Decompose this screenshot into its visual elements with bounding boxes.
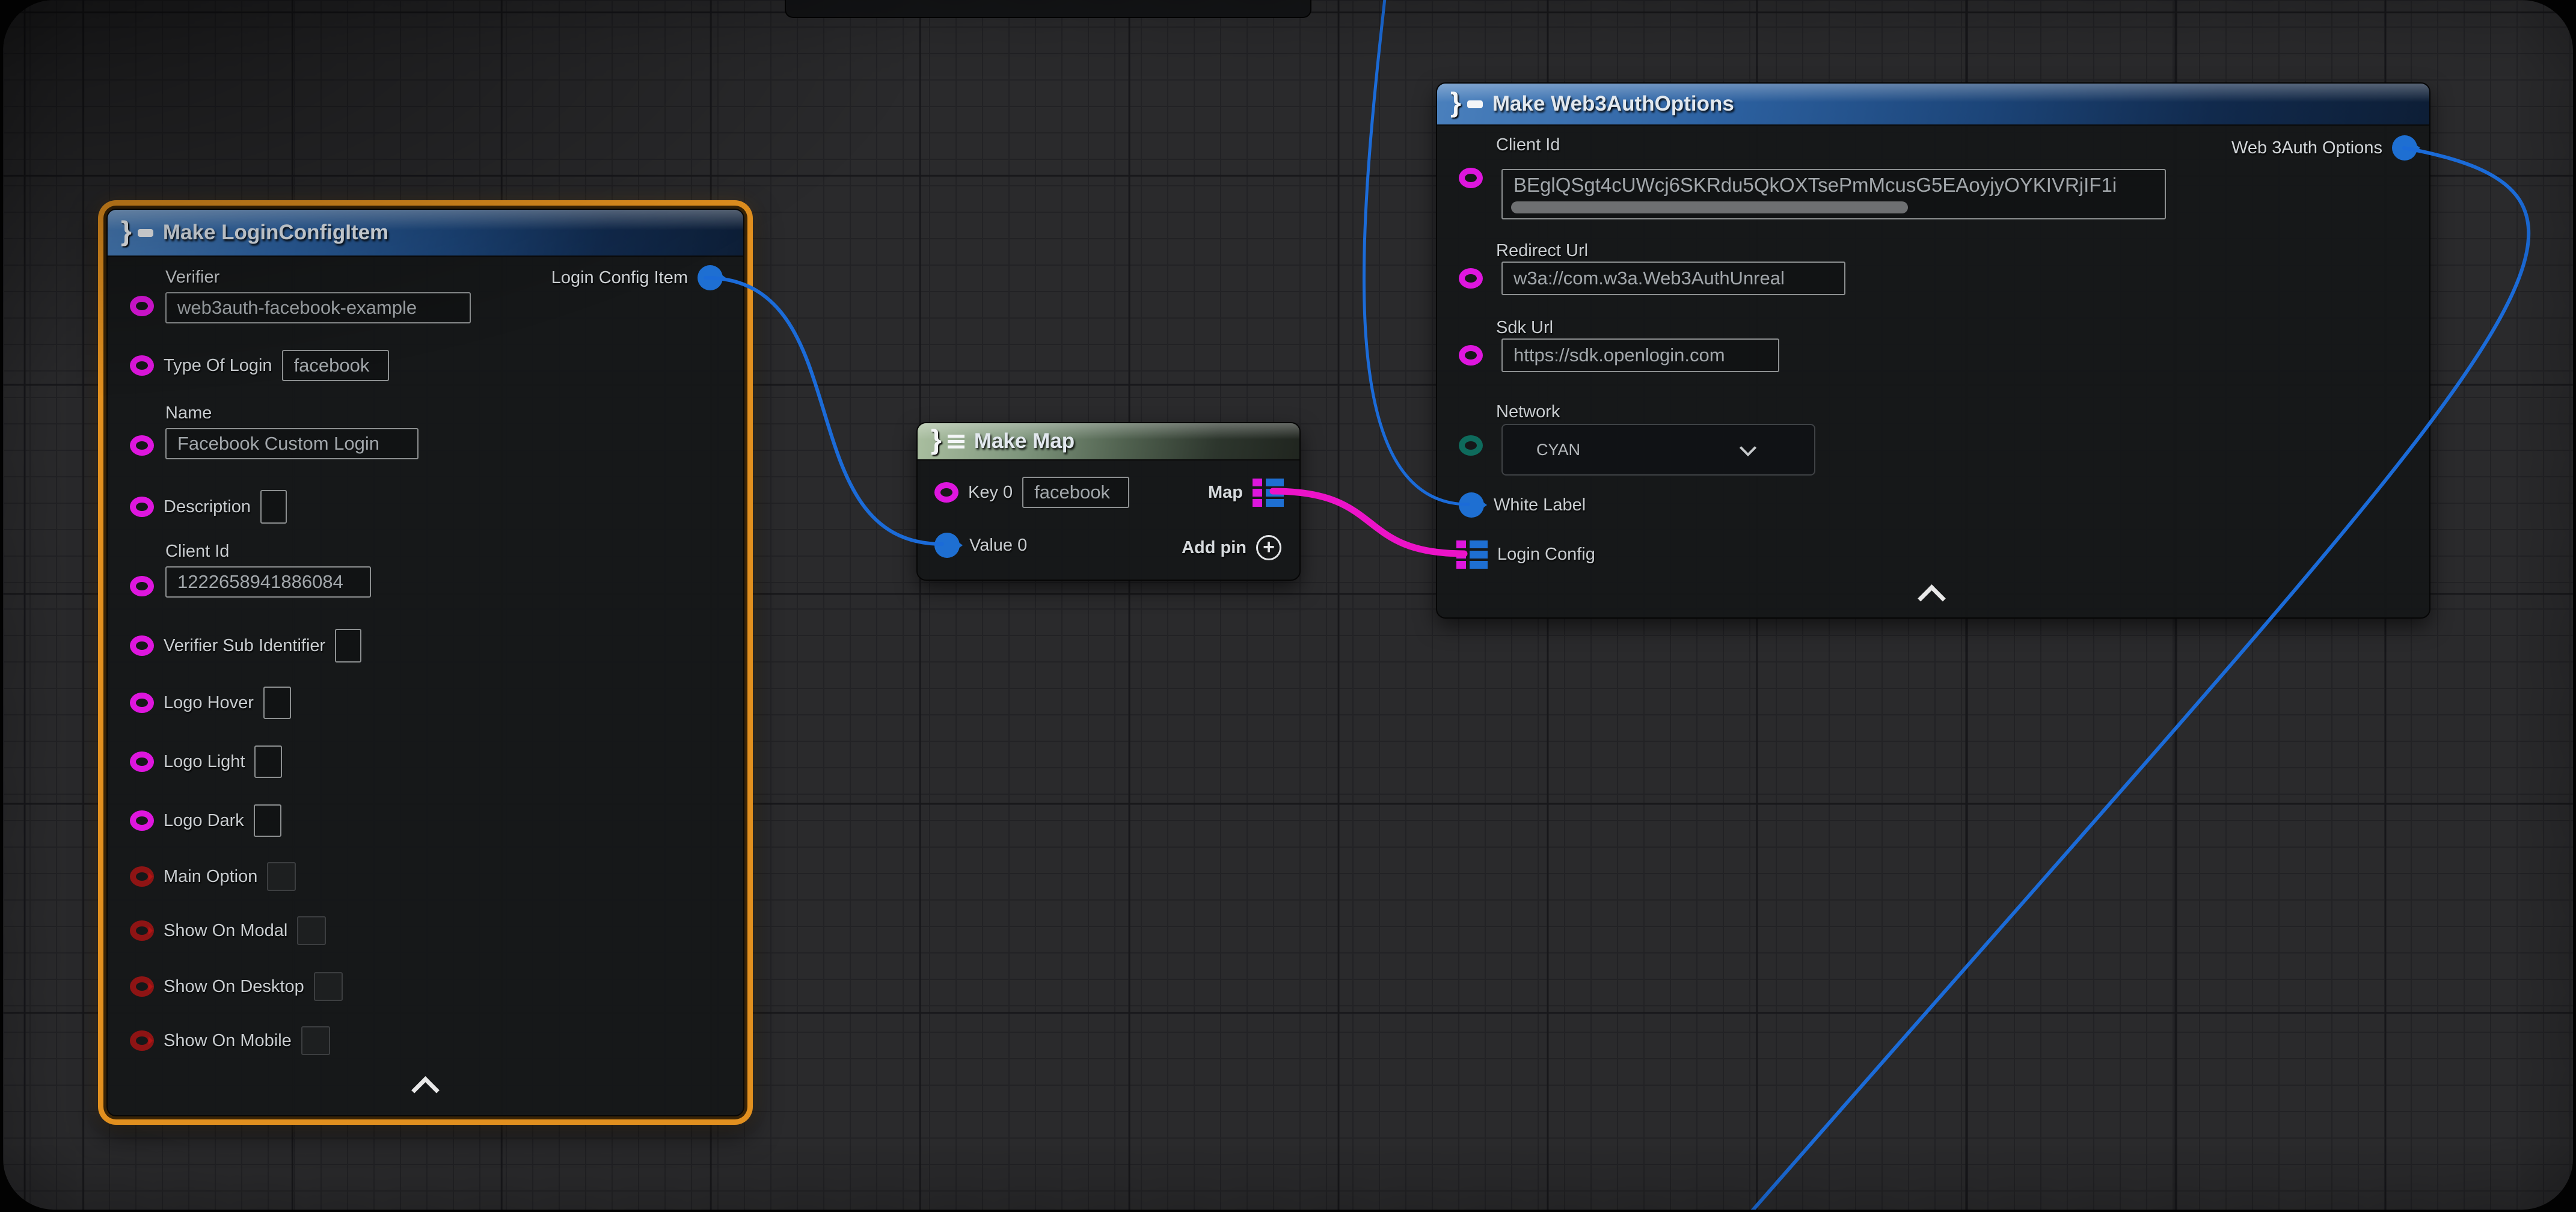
field-label-logo-light: Logo Light — [164, 752, 245, 772]
make-map-icon: } — [931, 423, 942, 456]
field-label-redirect-url: Redirect Url — [1496, 241, 1588, 261]
string-pin-sdk-url[interactable] — [1459, 345, 1483, 366]
map-pin-login-config[interactable] — [1456, 540, 1488, 569]
make-struct-icon-pill — [138, 229, 153, 237]
node-header[interactable]: } Make Web3AuthOptions — [1437, 84, 2429, 126]
string-pin-client-id[interactable] — [130, 576, 154, 596]
bool-pin-show-on-modal[interactable] — [130, 920, 154, 941]
node-title: Make LoginConfigItem — [163, 221, 388, 245]
network-dropdown-value: CYAN — [1503, 441, 1580, 459]
field-label-main-option: Main Option — [164, 867, 257, 887]
key0-input[interactable]: facebook — [1022, 477, 1129, 508]
field-label-type-of-login: Type Of Login — [164, 356, 272, 376]
sdk-url-input[interactable]: https://sdk.openlogin.com — [1501, 338, 1779, 372]
client-id-input-scrollbar[interactable] — [1511, 201, 1908, 213]
node-header[interactable]: } Make Map — [918, 423, 1299, 461]
node-make-web3authoptions[interactable]: } Make Web3AuthOptions Web 3Auth Options… — [1436, 82, 2430, 619]
field-label-network: Network — [1496, 402, 1560, 422]
string-pin-name[interactable] — [130, 435, 154, 456]
output-pin-label: Login Config Item — [551, 268, 688, 288]
string-pin-logo-hover[interactable] — [130, 693, 154, 713]
field-label-logo-hover: Logo Hover — [164, 693, 254, 713]
output-pin-label-map: Map — [1208, 483, 1243, 503]
show-on-modal-checkbox[interactable] — [297, 916, 326, 945]
bool-pin-main-option[interactable] — [130, 866, 154, 887]
show-on-desktop-checkbox[interactable] — [314, 972, 343, 1001]
make-struct-icon: } — [1450, 86, 1461, 118]
string-pin-key0[interactable] — [934, 482, 958, 503]
add-pin-label: Add pin — [1182, 538, 1247, 558]
logo-dark-input[interactable] — [254, 804, 281, 837]
field-label-login-config: Login Config — [1497, 545, 1595, 565]
field-label-description: Description — [164, 497, 251, 517]
make-struct-icon-pill — [1467, 100, 1483, 108]
bool-pin-show-on-desktop[interactable] — [130, 976, 154, 997]
field-label-verifier: Verifier — [165, 268, 471, 287]
blueprint-editor: } Make LoginConfigItem Login Config Item… — [0, 0, 2576, 1212]
logo-hover-input[interactable] — [263, 687, 291, 719]
node-title: Make Web3AuthOptions — [1492, 92, 1734, 116]
collapse-node-chevron-icon[interactable] — [1918, 584, 1946, 613]
blueprint-graph-canvas[interactable]: } Make LoginConfigItem Login Config Item… — [3, 0, 2573, 1210]
field-label-white-label: White Label — [1494, 495, 1586, 515]
string-pin-client-id[interactable] — [1459, 168, 1483, 188]
description-input[interactable] — [260, 490, 287, 524]
show-on-mobile-checkbox[interactable] — [301, 1026, 330, 1055]
output-pin-label: Web 3Auth Options — [2231, 138, 2382, 158]
enum-pin-network[interactable] — [1459, 435, 1483, 456]
verifier-input[interactable]: web3auth-facebook-example — [165, 292, 471, 323]
network-dropdown[interactable]: CYAN — [1501, 424, 1815, 476]
node-title: Make Map — [974, 429, 1075, 453]
struct-output-pin[interactable] — [698, 265, 723, 290]
node-make-loginconfigitem[interactable]: } Make LoginConfigItem Login Config Item… — [106, 209, 744, 1116]
logo-light-input[interactable] — [254, 745, 282, 778]
struct-pin-white-label[interactable] — [1459, 492, 1484, 518]
node-make-map[interactable]: } Make Map Key 0 facebook Map Value 0 Ad… — [916, 422, 1301, 581]
field-label-show-on-modal: Show On Modal — [164, 921, 287, 941]
add-pin-icon[interactable]: + — [1256, 535, 1281, 560]
string-pin-description[interactable] — [130, 497, 154, 517]
field-label-name: Name — [165, 403, 419, 423]
field-label-show-on-desktop: Show On Desktop — [164, 977, 304, 997]
bool-pin-show-on-mobile[interactable] — [130, 1030, 154, 1051]
chevron-down-icon — [1740, 439, 1756, 456]
output-row-login-config-item: Login Config Item — [551, 265, 723, 290]
struct-output-pin-web3auth-options[interactable] — [2392, 135, 2417, 161]
redirect-url-input[interactable]: w3a://com.w3a.Web3AuthUnreal — [1501, 262, 1845, 295]
field-label-key0: Key 0 — [968, 483, 1013, 503]
string-pin-logo-dark[interactable] — [130, 810, 154, 831]
string-pin-redirect-url[interactable] — [1459, 268, 1483, 289]
field-label-verifier-sub-identifier: Verifier Sub Identifier — [164, 636, 325, 656]
verifier-sub-identifier-input[interactable] — [335, 629, 361, 663]
field-label-show-on-mobile: Show On Mobile — [164, 1031, 292, 1051]
make-struct-icon: } — [121, 215, 132, 247]
client-id-input[interactable]: 1222658941886084 — [165, 566, 371, 598]
field-label-client-id: Client Id — [1496, 135, 1560, 155]
string-pin-logo-light[interactable] — [130, 751, 154, 772]
make-map-icon-lines — [948, 435, 964, 448]
string-pin-type-of-login[interactable] — [130, 355, 154, 376]
name-input[interactable]: Facebook Custom Login — [165, 428, 419, 459]
map-output-pin[interactable] — [1253, 479, 1284, 507]
offscreen-node[interactable] — [785, 0, 1311, 18]
field-label-client-id: Client Id — [165, 542, 371, 562]
field-label-value0: Value 0 — [969, 536, 1027, 556]
field-label-sdk-url: Sdk Url — [1496, 318, 1553, 338]
struct-pin-value0[interactable] — [934, 533, 960, 558]
string-pin-verifier-sub-identifier[interactable] — [130, 635, 154, 656]
type-of-login-input[interactable]: facebook — [282, 350, 389, 381]
main-option-checkbox[interactable] — [267, 862, 296, 891]
string-pin-verifier[interactable] — [130, 296, 154, 316]
collapse-node-chevron-icon[interactable] — [411, 1076, 440, 1104]
node-header[interactable]: } Make LoginConfigItem — [108, 210, 743, 257]
field-label-logo-dark: Logo Dark — [164, 811, 244, 831]
